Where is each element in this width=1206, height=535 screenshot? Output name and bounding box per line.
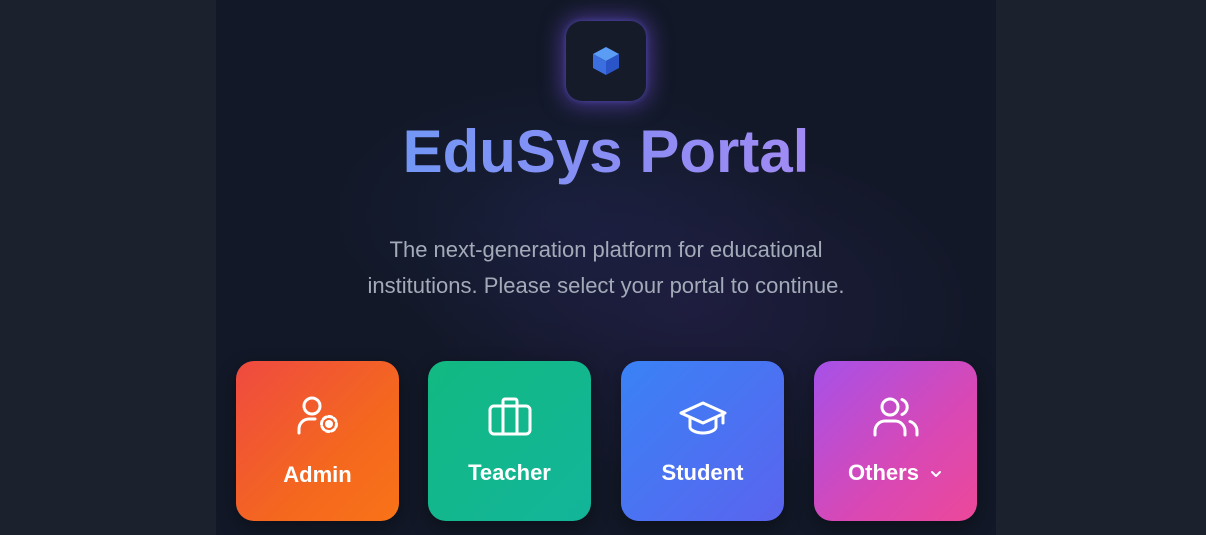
others-portal-dropdown[interactable]: Others xyxy=(814,361,977,521)
others-portal-label: Others xyxy=(848,460,919,485)
others-label-row: Others xyxy=(814,459,977,487)
portal-panel: EduSys Portal The next-generation platfo… xyxy=(216,0,996,535)
chevron-down-icon xyxy=(930,471,941,477)
teacher-portal-button[interactable]: Teacher xyxy=(428,361,591,521)
page-title: EduSys Portal xyxy=(216,116,996,188)
users-icon xyxy=(873,397,918,437)
cube-icon xyxy=(593,47,619,75)
portal-cards: Admin Teacher Student Others xyxy=(236,361,977,521)
page: EduSys Portal The next-generation platfo… xyxy=(0,0,1206,535)
student-portal-label: Student xyxy=(661,460,744,485)
logo-box xyxy=(566,21,646,101)
graduation-cap-icon xyxy=(679,401,726,435)
teacher-portal-label: Teacher xyxy=(468,460,551,485)
briefcase-icon xyxy=(488,397,531,436)
student-portal-button[interactable]: Student xyxy=(621,361,784,521)
page-subtitle: The next-generation platform for educati… xyxy=(367,237,845,298)
admin-portal-label: Admin xyxy=(283,462,352,487)
user-gear-icon xyxy=(297,396,338,435)
admin-portal-button[interactable]: Admin xyxy=(236,361,399,521)
